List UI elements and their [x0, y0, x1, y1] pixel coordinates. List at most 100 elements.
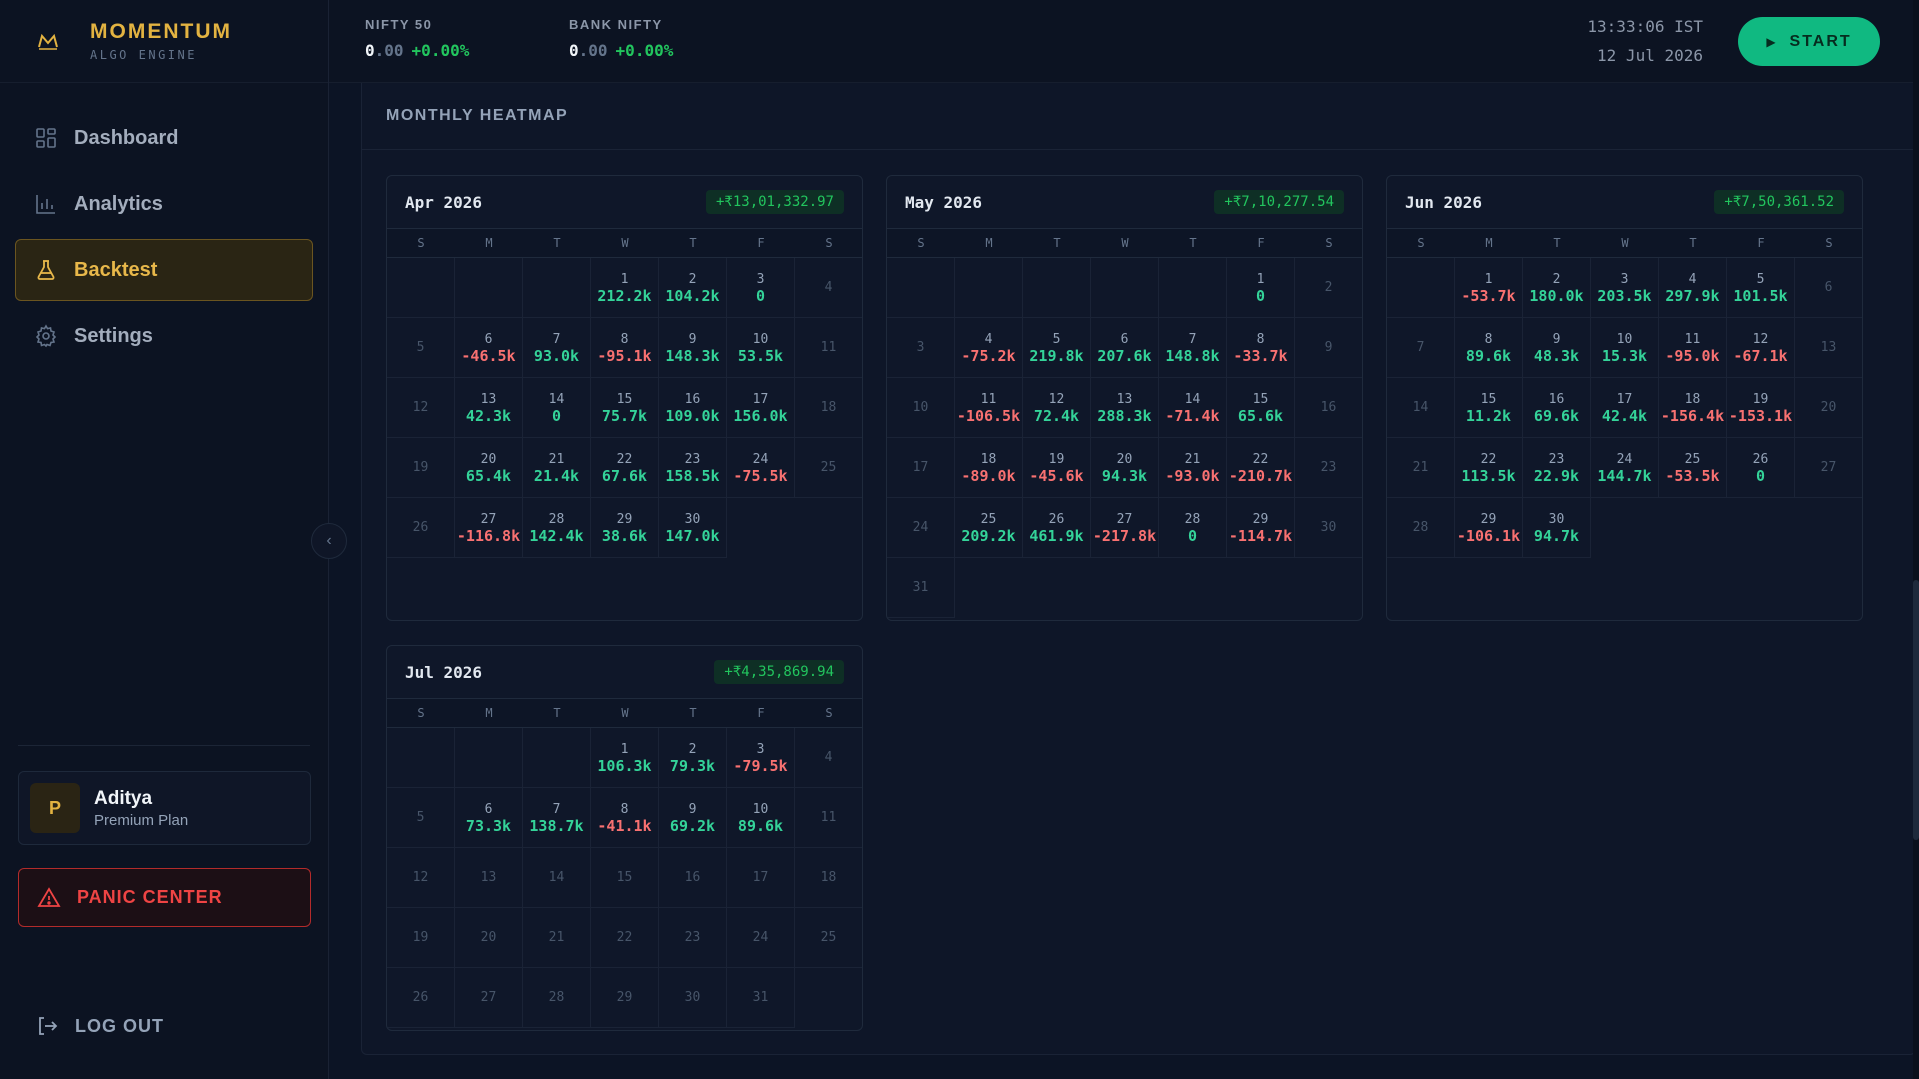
day-cell[interactable]: 12 [387, 378, 455, 438]
day-cell[interactable]: 8 -33.7k [1227, 318, 1295, 378]
day-cell[interactable]: 14 -71.4k [1159, 378, 1227, 438]
panic-center-button[interactable]: PANIC CENTER [18, 868, 311, 927]
day-cell[interactable]: 21 [523, 908, 591, 968]
day-cell[interactable]: 28 142.4k [523, 498, 591, 558]
day-cell[interactable]: 15 65.6k [1227, 378, 1295, 438]
day-cell[interactable]: 17 42.4k [1591, 378, 1659, 438]
day-cell[interactable]: 13 42.3k [455, 378, 523, 438]
day-cell[interactable]: 24 [887, 498, 955, 558]
nav-item-settings[interactable]: Settings [15, 305, 313, 367]
day-cell[interactable]: 24 -75.5k [727, 438, 795, 498]
day-cell[interactable]: 10 [1227, 258, 1295, 318]
start-button[interactable]: ▶ START [1738, 17, 1880, 66]
day-cell[interactable]: 18 -89.0k [955, 438, 1023, 498]
day-cell[interactable]: 9 48.3k [1523, 318, 1591, 378]
day-cell[interactable]: 29 [591, 968, 659, 1028]
day-cell[interactable]: 13 288.3k [1091, 378, 1159, 438]
day-cell[interactable]: 30 147.0k [659, 498, 727, 558]
day-cell[interactable]: 1 106.3k [591, 728, 659, 788]
day-cell[interactable]: 24 [727, 908, 795, 968]
day-cell[interactable]: 1 -53.7k [1455, 258, 1523, 318]
day-cell[interactable]: 23 [659, 908, 727, 968]
day-cell[interactable]: 25 [795, 908, 862, 968]
day-cell[interactable]: 14 [1387, 378, 1455, 438]
day-cell[interactable]: 15 11.2k [1455, 378, 1523, 438]
day-cell[interactable]: 16 69.6k [1523, 378, 1591, 438]
day-cell[interactable]: 29 -106.1k [1455, 498, 1523, 558]
day-cell[interactable]: 18 [795, 848, 862, 908]
day-cell[interactable]: 27 -217.8k [1091, 498, 1159, 558]
day-cell[interactable]: 28 [523, 968, 591, 1028]
day-cell[interactable]: 2 104.2k [659, 258, 727, 318]
day-cell[interactable]: 19 -45.6k [1023, 438, 1091, 498]
day-cell[interactable]: 19 [387, 438, 455, 498]
day-cell[interactable]: 3 [887, 318, 955, 378]
day-cell[interactable]: 19 [387, 908, 455, 968]
day-cell[interactable]: 5 [387, 788, 455, 848]
day-cell[interactable]: 18 [795, 378, 862, 438]
day-cell[interactable]: 10 [887, 378, 955, 438]
day-cell[interactable]: 21 21.4k [523, 438, 591, 498]
day-cell[interactable]: 26 0 [1727, 438, 1795, 498]
day-cell[interactable]: 4 [795, 258, 862, 318]
day-cell[interactable]: 25 -53.5k [1659, 438, 1727, 498]
day-cell[interactable]: 22 [591, 908, 659, 968]
day-cell[interactable]: 8 -95.1k [591, 318, 659, 378]
day-cell[interactable]: 30 94.7k [1523, 498, 1591, 558]
day-cell[interactable]: 20 94.3k [1091, 438, 1159, 498]
day-cell[interactable]: 26 [387, 968, 455, 1028]
day-cell[interactable]: 14 0 [523, 378, 591, 438]
day-cell[interactable]: 2 180.0k [1523, 258, 1591, 318]
day-cell[interactable]: 17 156.0k [727, 378, 795, 438]
day-cell[interactable]: 10 53.5k [727, 318, 795, 378]
day-cell[interactable]: 4 [795, 728, 862, 788]
day-cell[interactable]: 11 -106.5k [955, 378, 1023, 438]
nav-item-dashboard[interactable]: Dashboard [15, 107, 313, 169]
day-cell[interactable]: 19 -153.1k [1727, 378, 1795, 438]
day-cell[interactable]: 22 -210.7k [1227, 438, 1295, 498]
day-cell[interactable]: 7 148.8k [1159, 318, 1227, 378]
day-cell[interactable]: 29 38.6k [591, 498, 659, 558]
day-cell[interactable]: 12 72.4k [1023, 378, 1091, 438]
day-cell[interactable]: 1 212.2k [591, 258, 659, 318]
day-cell[interactable]: 13 [455, 848, 523, 908]
day-cell[interactable]: 23 158.5k [659, 438, 727, 498]
day-cell[interactable]: 14 [523, 848, 591, 908]
scrollbar-thumb[interactable] [1913, 580, 1919, 840]
day-cell[interactable]: 12 [387, 848, 455, 908]
day-cell[interactable]: 28 [1387, 498, 1455, 558]
day-cell[interactable]: 4 297.9k [1659, 258, 1727, 318]
day-cell[interactable]: 31 [887, 558, 955, 618]
day-cell[interactable]: 5 219.8k [1023, 318, 1091, 378]
day-cell[interactable]: 10 15.3k [1591, 318, 1659, 378]
day-cell[interactable]: 16 [1295, 378, 1362, 438]
day-cell[interactable]: 27 [1795, 438, 1862, 498]
day-cell[interactable]: 30 [659, 968, 727, 1028]
day-cell[interactable]: 11 [795, 788, 862, 848]
day-cell[interactable]: 30 [1295, 498, 1362, 558]
day-cell[interactable]: 15 75.7k [591, 378, 659, 438]
day-cell[interactable]: 5 101.5k [1727, 258, 1795, 318]
day-cell[interactable]: 18 -156.4k [1659, 378, 1727, 438]
day-cell[interactable]: 30 [727, 258, 795, 318]
nav-item-backtest[interactable]: Backtest [15, 239, 313, 301]
day-cell[interactable]: 11 -95.0k [1659, 318, 1727, 378]
day-cell[interactable]: 3 -79.5k [727, 728, 795, 788]
user-card[interactable]: P Aditya Premium Plan [18, 771, 311, 845]
day-cell[interactable]: 21 [1387, 438, 1455, 498]
day-cell[interactable]: 13 [1795, 318, 1862, 378]
nav-item-analytics[interactable]: Analytics [15, 173, 313, 235]
day-cell[interactable]: 4 -75.2k [955, 318, 1023, 378]
day-cell[interactable]: 9 69.2k [659, 788, 727, 848]
day-cell[interactable]: 25 [795, 438, 862, 498]
day-cell[interactable]: 7 138.7k [523, 788, 591, 848]
day-cell[interactable]: 22 113.5k [1455, 438, 1523, 498]
day-cell[interactable]: 10 89.6k [727, 788, 795, 848]
day-cell[interactable]: 7 [1387, 318, 1455, 378]
day-cell[interactable]: 21 -93.0k [1159, 438, 1227, 498]
day-cell[interactable]: 20 65.4k [455, 438, 523, 498]
day-cell[interactable]: 2 79.3k [659, 728, 727, 788]
day-cell[interactable]: 6 73.3k [455, 788, 523, 848]
day-cell[interactable]: 12 -67.1k [1727, 318, 1795, 378]
day-cell[interactable]: 9 [1295, 318, 1362, 378]
